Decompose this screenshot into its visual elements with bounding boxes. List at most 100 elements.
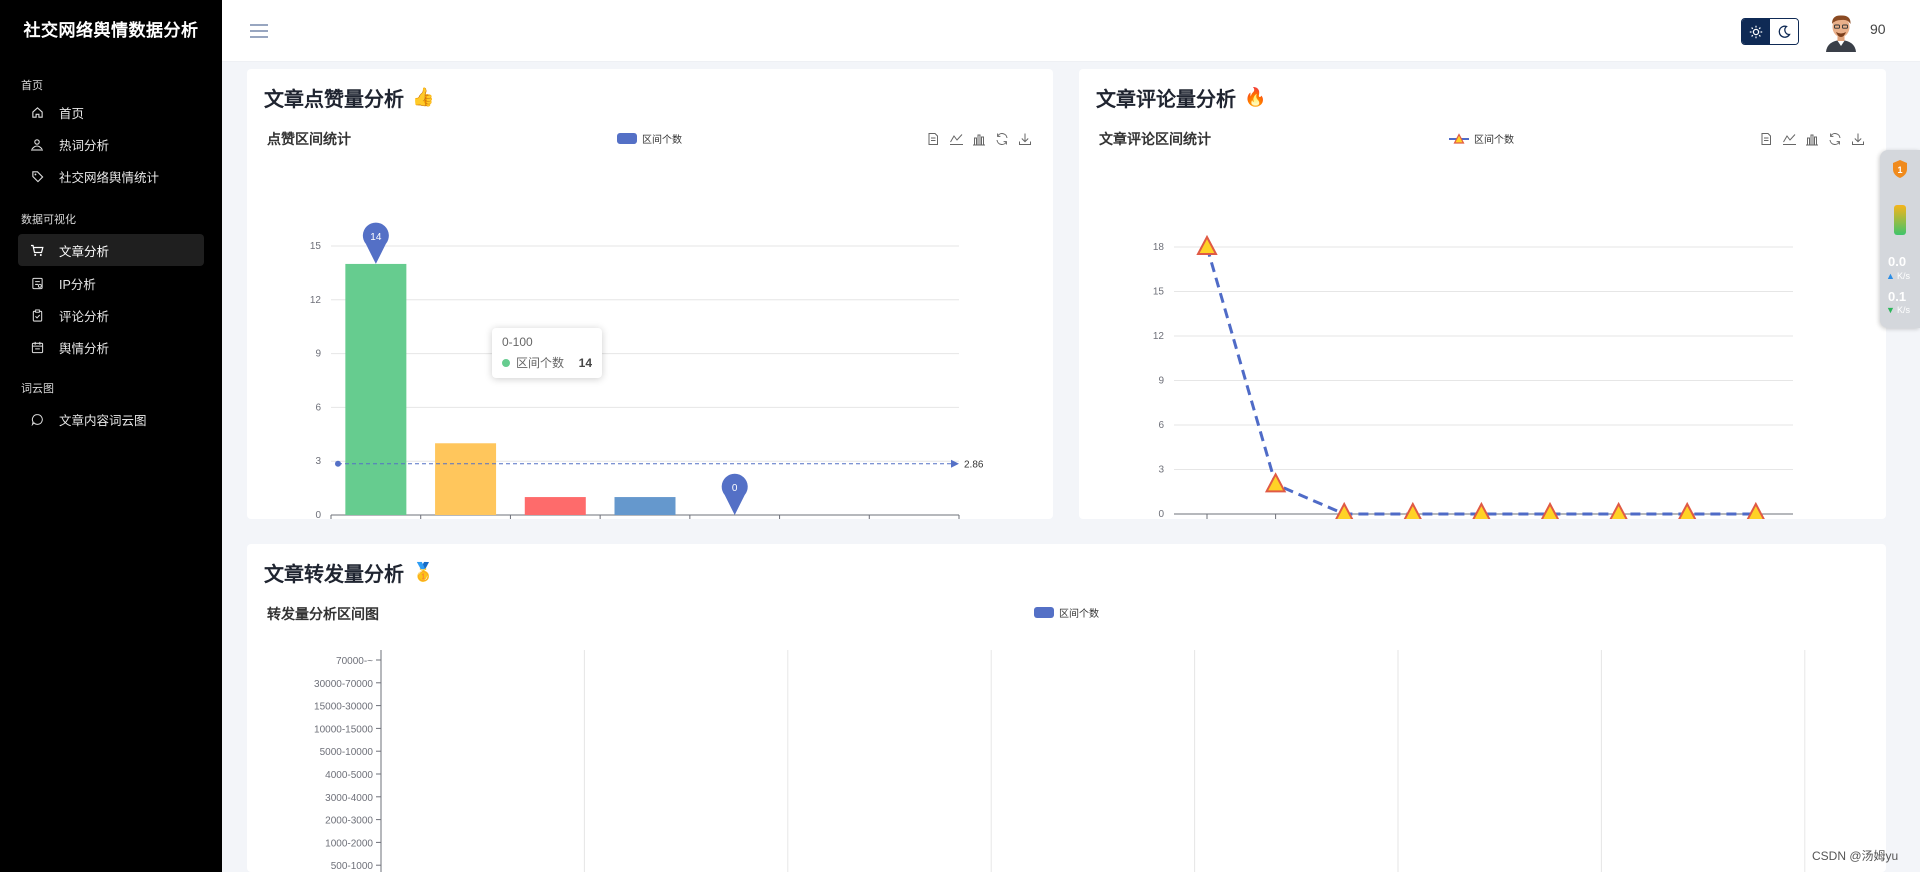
chat-icon bbox=[30, 412, 44, 426]
tooltip-row: 区间个数 14 bbox=[502, 354, 592, 371]
data-point bbox=[1403, 501, 1422, 519]
sidebar-item-label: 热词分析 bbox=[59, 138, 110, 153]
forwards-card: 文章转发量分析 🥇 转发量分析区间图 区间个数 500-1000 1000-2000… bbox=[247, 544, 1886, 872]
sidebar-item-label: 首页 bbox=[59, 106, 85, 121]
y-tick-label: 4000-5000 bbox=[325, 770, 373, 781]
download-arrow-icon: ▼ bbox=[1886, 305, 1895, 315]
legend-swatch bbox=[1034, 607, 1054, 618]
menu-toggle-icon[interactable] bbox=[249, 22, 269, 40]
y-tick-label: 18 bbox=[1153, 242, 1165, 253]
y-tick-label: 6 bbox=[1158, 420, 1164, 431]
top-header: 90 bbox=[222, 0, 1920, 62]
sidebar-item-home[interactable]: 首页 bbox=[18, 96, 204, 128]
comments-card-title: 文章评论量分析 🔥 bbox=[1096, 83, 1266, 112]
y-tick-label: 1000-2000 bbox=[325, 838, 373, 849]
bar bbox=[614, 497, 676, 515]
chart-tooltip: 0-100 区间个数 14 bbox=[492, 328, 602, 378]
y-tick-label: 30000-70000 bbox=[314, 679, 373, 690]
sidebar-item-label: 文章分析 bbox=[59, 244, 110, 259]
forwards-legend[interactable]: 区间个数 bbox=[1034, 605, 1099, 620]
data-point bbox=[1678, 501, 1697, 519]
y-tick-label: 70000-~ bbox=[336, 656, 373, 667]
y-tick-label: 15 bbox=[1153, 287, 1165, 298]
sidebar-item-label: 社交网络舆情统计 bbox=[59, 170, 160, 185]
sidebar-item-comment-analysis[interactable]: 评论分析 bbox=[18, 299, 204, 331]
sidebar: 社交网络舆情数据分析 首页 首页 热词分析 社交网络舆情统计 数据可视化 文章分… bbox=[0, 0, 222, 872]
download-unit: K/s bbox=[1897, 305, 1911, 315]
data-point bbox=[1609, 501, 1628, 519]
forwards-bar-chart: 500-1000 1000-2000 2000-3000 3000-4000 4000-… bbox=[314, 650, 1806, 872]
data-point bbox=[1472, 501, 1491, 519]
svg-text:1: 1 bbox=[1897, 165, 1902, 175]
bar bbox=[345, 263, 407, 515]
sidebar-item-wordcloud[interactable]: 文章内容词云图 bbox=[18, 403, 204, 435]
y-tick-label: 0 bbox=[315, 510, 321, 519]
y-tick-label: 3 bbox=[1158, 465, 1164, 476]
y-tick-label: 6 bbox=[315, 402, 321, 413]
comments-card-title-text: 文章评论量分析 bbox=[1096, 89, 1236, 111]
markpoint-pin bbox=[362, 222, 389, 264]
upload-unit: K/s bbox=[1897, 271, 1911, 281]
bar bbox=[524, 497, 586, 515]
tooltip-series: 区间个数 bbox=[516, 356, 565, 370]
legend-label: 区间个数 bbox=[1059, 609, 1099, 620]
y-tick-label: 12 bbox=[310, 295, 322, 306]
likes-bar-chart: 036912150-100100-10001000-50005000-15000… bbox=[310, 222, 984, 519]
sidebar-item-article-analysis[interactable]: 文章分析 bbox=[18, 234, 204, 266]
tooltip-value: 14 bbox=[578, 355, 592, 370]
theme-switch[interactable] bbox=[1741, 18, 1799, 45]
sidebar-item-sentiment-analysis[interactable]: 舆情分析 bbox=[18, 331, 204, 363]
home-icon bbox=[30, 105, 44, 119]
likes-card-title-text: 文章点赞量分析 bbox=[264, 89, 404, 111]
comments-line-chart: 03691215180-100500-10001500-30005000-100… bbox=[1153, 234, 1793, 519]
avatar[interactable] bbox=[1822, 12, 1860, 52]
data-point bbox=[1196, 234, 1218, 255]
sidebar-item-label: IP分析 bbox=[59, 277, 96, 292]
app-root: 社交网络舆情数据分析 首页 首页 热词分析 社交网络舆情统计 数据可视化 文章分… bbox=[0, 0, 1920, 872]
y-tick-label: 9 bbox=[1158, 376, 1164, 387]
upload-speed: 0.0 bbox=[1888, 254, 1907, 269]
y-tick-label: 3000-4000 bbox=[325, 793, 373, 804]
y-tick-label: 500-1000 bbox=[331, 861, 374, 872]
forwards-chart-title: 转发量分析区间图 bbox=[267, 606, 379, 622]
data-point bbox=[1264, 472, 1287, 493]
sidebar-group-visualization: 数据可视化 bbox=[21, 214, 76, 226]
y-tick-label: 5000-10000 bbox=[320, 747, 374, 758]
y-tick-label: 9 bbox=[315, 349, 321, 360]
bar bbox=[435, 443, 497, 515]
clipboard-icon bbox=[30, 308, 44, 322]
username[interactable]: 90 bbox=[1870, 21, 1886, 37]
shield-badge-icon: 1 bbox=[1893, 160, 1907, 178]
comments-card: 文章评论量分析🔥 文章评论区间统计 区间个数 03691215180-10050… bbox=[1079, 69, 1886, 519]
app-title: 社交网络舆情数据分析 bbox=[23, 21, 199, 40]
markline-label: 2.86 bbox=[964, 460, 984, 471]
forwards-card-title: 文章转发量分析 🥇 bbox=[264, 558, 434, 587]
sidebar-item-label: 舆情分析 bbox=[59, 341, 110, 356]
network-speed-widget[interactable]: 1 0.0 ▲ K/s 0.1 ▼ K/s bbox=[1880, 150, 1920, 328]
download-speed: 0.1 bbox=[1888, 289, 1907, 304]
sidebar-item-hot-words[interactable]: 热词分析 bbox=[18, 128, 204, 160]
sidebar-group-home: 首页 bbox=[21, 80, 43, 92]
forwards-card-title-text: 文章转发量分析 bbox=[264, 564, 404, 586]
likes-card: 文章点赞量分析👍 点赞区间统计 区间个数 036912150-100100-10… bbox=[247, 69, 1053, 519]
moon-icon[interactable] bbox=[1770, 19, 1798, 44]
sidebar-group-wordcloud: 词云图 bbox=[21, 383, 54, 395]
tooltip-dot bbox=[502, 358, 510, 367]
tooltip-category: 0-100 bbox=[502, 335, 533, 349]
tag-icon bbox=[30, 169, 44, 183]
y-tick-label: 2000-3000 bbox=[325, 816, 373, 827]
watermark: CSDN @汤姆yu bbox=[1812, 849, 1899, 863]
thumbs-up-icon: 👍 bbox=[412, 87, 435, 107]
sidebar-item-ip-analysis[interactable]: IP分析 bbox=[18, 267, 204, 299]
cart-icon bbox=[30, 243, 44, 257]
sidebar-item-label: 评论分析 bbox=[59, 309, 110, 324]
markpoint-pin bbox=[721, 473, 748, 515]
sun-icon[interactable] bbox=[1742, 19, 1770, 44]
data-point bbox=[1335, 501, 1354, 519]
sidebar-item-stats[interactable]: 社交网络舆情统计 bbox=[18, 160, 204, 192]
likes-card-title: 文章点赞量分析 👍 bbox=[264, 83, 434, 112]
y-tick-label: 12 bbox=[1153, 331, 1165, 342]
calendar-icon bbox=[30, 340, 44, 354]
medal-icon: 🥇 bbox=[412, 562, 435, 582]
sidebar-item-label: 文章内容词云图 bbox=[59, 413, 147, 428]
